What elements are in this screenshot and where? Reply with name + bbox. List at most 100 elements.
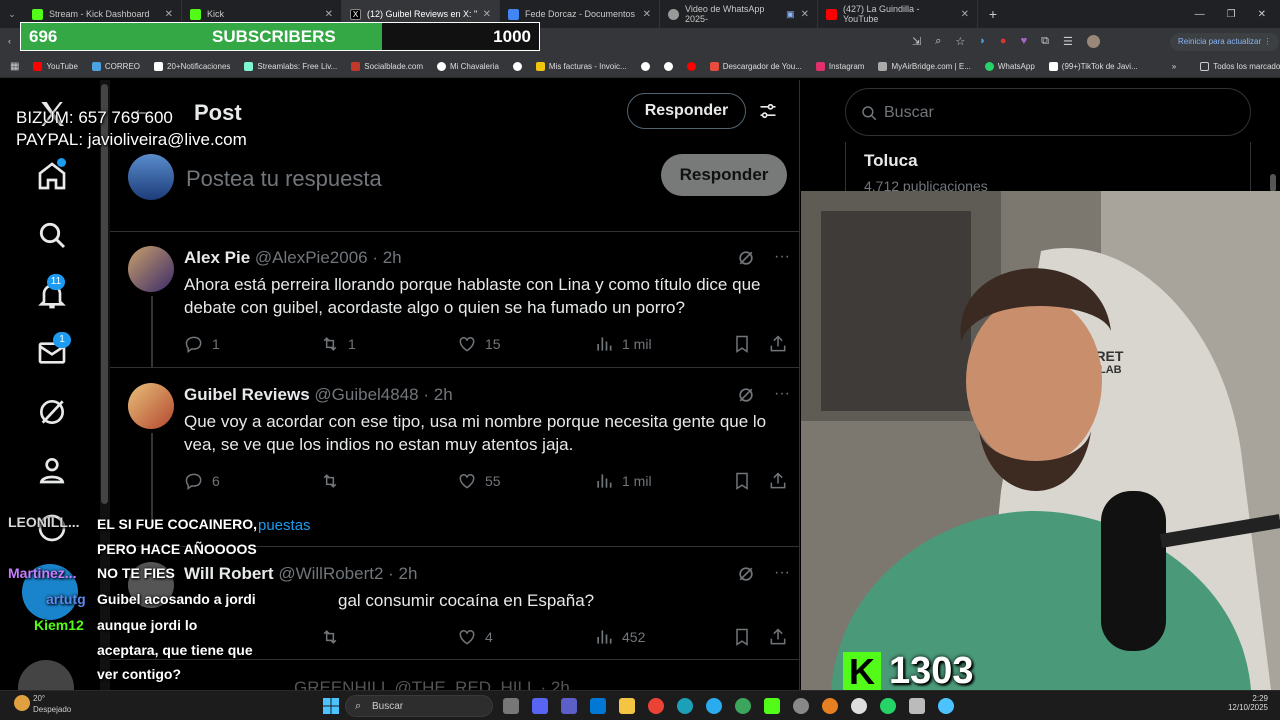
new-tab-icon[interactable]: +: [978, 6, 1008, 22]
extension-icon[interactable]: ♥: [1021, 35, 1028, 48]
update-button[interactable]: Reinicia para actualizar ⋮: [1170, 33, 1280, 51]
close-tab-icon[interactable]: ✕: [325, 9, 333, 20]
bookmark-item[interactable]: Mi Chavaleria: [436, 62, 499, 71]
reading-list-icon[interactable]: ☰: [1063, 35, 1073, 48]
grok-icon[interactable]: [736, 564, 756, 584]
bookmark-item[interactable]: Mis facturas - Invoic...: [535, 62, 627, 71]
profile-avatar[interactable]: [1086, 35, 1100, 48]
show-more-replies-link[interactable]: puestas: [258, 517, 311, 534]
install-icon[interactable]: ⇲: [912, 35, 921, 48]
outlook-icon[interactable]: [590, 698, 606, 714]
views-action[interactable]: 1 mil: [594, 471, 652, 491]
bookmark-icon[interactable]: [732, 471, 752, 491]
tweet-author[interactable]: Guibel Reviews @Guibel4848 · 2h: [184, 385, 453, 405]
reply-action[interactable]: 1: [184, 334, 220, 354]
zoom-icon[interactable]: ⌕: [935, 35, 941, 48]
discord-icon[interactable]: [532, 698, 548, 714]
search-box[interactable]: Buscar: [845, 88, 1251, 136]
chrome-icon[interactable]: [648, 698, 664, 714]
account-avatar[interactable]: [18, 660, 74, 690]
bookmark-icon[interactable]: [732, 627, 752, 647]
trend-name[interactable]: Toluca: [864, 151, 918, 171]
bookmark-star-icon[interactable]: ☆: [955, 35, 965, 48]
edge-icon[interactable]: [677, 698, 693, 714]
views-action[interactable]: 452: [594, 627, 645, 647]
bookmark-item[interactable]: [640, 62, 650, 71]
submit-reply-button[interactable]: Responder: [661, 154, 787, 196]
repost-action[interactable]: [320, 627, 340, 647]
bookmark-item[interactable]: Descargador de You...: [709, 62, 802, 71]
close-tab-icon[interactable]: ✕: [643, 9, 651, 20]
like-action[interactable]: 15: [457, 334, 501, 354]
restore-icon[interactable]: ❐: [1227, 9, 1236, 20]
minimize-icon[interactable]: —: [1195, 9, 1205, 20]
close-tab-icon[interactable]: ✕: [801, 9, 809, 20]
bookmark-item[interactable]: MyAirBridge.com | E...: [878, 62, 971, 71]
weather-icon[interactable]: [14, 695, 30, 711]
more-options-icon[interactable]: ···: [774, 564, 790, 584]
obs-icon[interactable]: [793, 698, 809, 714]
settings-sliders-icon[interactable]: [758, 101, 778, 121]
tab-whatsapp-video[interactable]: Video de WhatsApp 2025- ▣ ✕: [660, 0, 818, 28]
next-tweet-partial[interactable]: GREENHILL @THE_RED_HILL · 2h: [294, 678, 570, 690]
more-bookmarks-icon[interactable]: »: [1172, 62, 1176, 71]
network-app-icon[interactable]: [735, 698, 751, 714]
kick-app-icon[interactable]: [764, 698, 780, 714]
app-icon[interactable]: [851, 698, 867, 714]
extension-icon[interactable]: ●: [1000, 35, 1007, 48]
tweet-guibel-reviews[interactable]: Guibel Reviews @Guibel4848 · 2h ··· Que …: [110, 369, 799, 547]
share-icon[interactable]: [768, 334, 788, 354]
views-action[interactable]: 1 mil: [594, 334, 652, 354]
repost-action[interactable]: [320, 471, 340, 491]
app-icon[interactable]: [909, 698, 925, 714]
task-view-icon[interactable]: [503, 698, 519, 714]
profile-icon[interactable]: [36, 454, 68, 486]
apps-grid-icon[interactable]: ▦: [10, 61, 19, 72]
bookmark-item[interactable]: 20+Notificaciones: [154, 62, 230, 71]
back-icon[interactable]: ‹: [8, 36, 11, 46]
search-icon[interactable]: [36, 219, 68, 251]
telegram-icon[interactable]: [706, 698, 722, 714]
bookmark-item[interactable]: [686, 62, 696, 71]
bookmark-item[interactable]: YouTube: [33, 62, 78, 71]
avatar[interactable]: [128, 562, 174, 608]
reply-button[interactable]: Responder: [627, 93, 746, 129]
more-options-icon[interactable]: ···: [774, 248, 790, 268]
bookmark-item[interactable]: Instagram: [815, 62, 864, 71]
app-icon[interactable]: [822, 698, 838, 714]
bookmark-item[interactable]: [663, 62, 673, 71]
repost-action[interactable]: 1: [320, 334, 356, 354]
bookmark-item[interactable]: Socialblade.com: [351, 62, 423, 71]
more-circle-icon[interactable]: [36, 512, 68, 544]
clock[interactable]: 2:29 12/10/2025: [1228, 694, 1268, 712]
extensions-puzzle-icon[interactable]: ⧉: [1041, 35, 1049, 48]
all-bookmarks-folder[interactable]: Todos los marcadores: [1200, 62, 1280, 71]
settings-icon[interactable]: [938, 698, 954, 714]
grok-icon[interactable]: [36, 396, 68, 428]
tweet-author[interactable]: Will Robert @WillRobert2 · 2h: [184, 564, 417, 584]
taskbar-search[interactable]: ⌕ Buscar: [345, 695, 493, 717]
avatar[interactable]: [128, 246, 174, 292]
close-tab-icon[interactable]: ✕: [165, 9, 173, 20]
extension-icon[interactable]: ◗: [979, 35, 986, 48]
bookmark-icon[interactable]: [732, 334, 752, 354]
tweet-will-robert[interactable]: Will Robert @WillRobert2 · 2h ··· gal co…: [110, 548, 799, 660]
bookmark-item[interactable]: [512, 62, 522, 71]
tweet-alex-pie[interactable]: Alex Pie @AlexPie2006 · 2h ··· Ahora est…: [110, 232, 799, 368]
grok-icon[interactable]: [736, 248, 756, 268]
bookmark-item[interactable]: (99+)TikTok de Javi...: [1048, 62, 1138, 71]
tab-youtube[interactable]: (427) La Guindilla - YouTube ✕: [818, 0, 978, 28]
bookmark-item[interactable]: CORREO: [91, 62, 140, 71]
right-scrollbar-thumb[interactable]: [1270, 174, 1276, 192]
whatsapp-icon[interactable]: [880, 698, 896, 714]
share-icon[interactable]: [768, 627, 788, 647]
avatar[interactable]: [128, 383, 174, 429]
windows-start-icon[interactable]: [323, 698, 339, 714]
bookmark-item[interactable]: WhatsApp: [984, 62, 1035, 71]
teams-icon[interactable]: [561, 698, 577, 714]
grok-icon[interactable]: [736, 385, 756, 405]
close-window-icon[interactable]: ✕: [1258, 9, 1266, 20]
share-icon[interactable]: [768, 471, 788, 491]
like-action[interactable]: 4: [457, 627, 493, 647]
tweet-author[interactable]: Alex Pie @AlexPie2006 · 2h: [184, 248, 402, 268]
